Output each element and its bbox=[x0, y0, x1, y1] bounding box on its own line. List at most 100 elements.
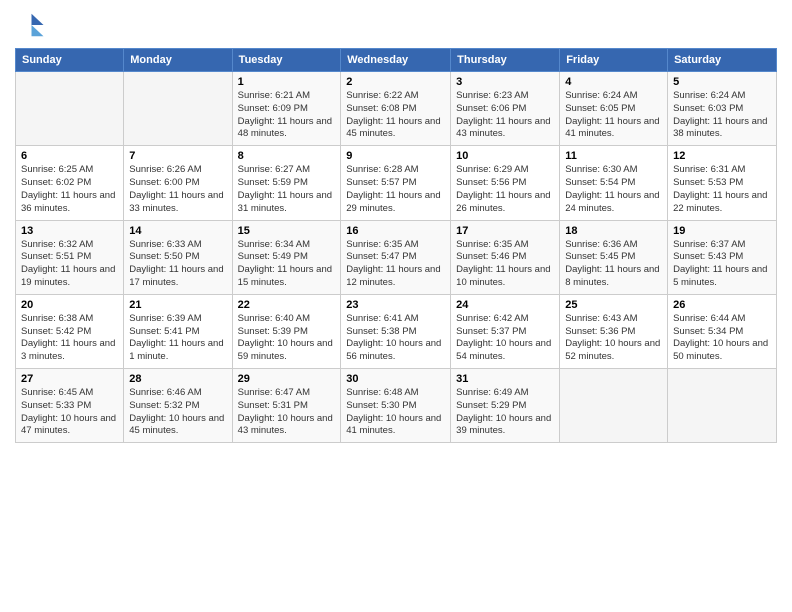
calendar-cell: 24 Sunrise: 6:42 AM Sunset: 5:37 PM Dayli… bbox=[451, 294, 560, 368]
day-info: Sunrise: 6:27 AM Sunset: 5:59 PM Dayligh… bbox=[238, 164, 336, 215]
day-info: Sunrise: 6:44 AM Sunset: 5:34 PM Dayligh… bbox=[673, 313, 771, 364]
calendar-cell: 10 Sunrise: 6:29 AM Sunset: 5:56 PM Dayli… bbox=[451, 146, 560, 220]
day-info: Sunrise: 6:45 AM Sunset: 5:33 PM Dayligh… bbox=[21, 387, 118, 438]
weekday-header-friday: Friday bbox=[560, 49, 668, 72]
calendar-cell: 16 Sunrise: 6:35 AM Sunset: 5:47 PM Dayli… bbox=[341, 220, 451, 294]
day-number: 9 bbox=[346, 150, 445, 162]
day-info: Sunrise: 6:43 AM Sunset: 5:36 PM Dayligh… bbox=[565, 313, 662, 364]
page: SundayMondayTuesdayWednesdayThursdayFrid… bbox=[0, 0, 792, 612]
calendar-cell bbox=[16, 72, 124, 146]
day-info: Sunrise: 6:39 AM Sunset: 5:41 PM Dayligh… bbox=[129, 313, 226, 364]
calendar-cell: 23 Sunrise: 6:41 AM Sunset: 5:38 PM Dayli… bbox=[341, 294, 451, 368]
day-number: 24 bbox=[456, 299, 554, 311]
calendar-cell: 5 Sunrise: 6:24 AM Sunset: 6:03 PM Daylig… bbox=[668, 72, 777, 146]
day-info: Sunrise: 6:36 AM Sunset: 5:45 PM Dayligh… bbox=[565, 239, 662, 290]
day-info: Sunrise: 6:29 AM Sunset: 5:56 PM Dayligh… bbox=[456, 164, 554, 215]
day-number: 23 bbox=[346, 299, 445, 311]
day-number: 2 bbox=[346, 76, 445, 88]
calendar-cell: 6 Sunrise: 6:25 AM Sunset: 6:02 PM Daylig… bbox=[16, 146, 124, 220]
calendar-cell: 31 Sunrise: 6:49 AM Sunset: 5:29 PM Dayli… bbox=[451, 369, 560, 443]
day-number: 3 bbox=[456, 76, 554, 88]
calendar-cell: 17 Sunrise: 6:35 AM Sunset: 5:46 PM Dayli… bbox=[451, 220, 560, 294]
calendar-cell bbox=[560, 369, 668, 443]
weekday-header-monday: Monday bbox=[124, 49, 232, 72]
day-number: 22 bbox=[238, 299, 336, 311]
day-number: 10 bbox=[456, 150, 554, 162]
day-info: Sunrise: 6:40 AM Sunset: 5:39 PM Dayligh… bbox=[238, 313, 336, 364]
day-info: Sunrise: 6:25 AM Sunset: 6:02 PM Dayligh… bbox=[21, 164, 118, 215]
day-info: Sunrise: 6:35 AM Sunset: 5:46 PM Dayligh… bbox=[456, 239, 554, 290]
day-number: 29 bbox=[238, 373, 336, 385]
day-number: 7 bbox=[129, 150, 226, 162]
calendar-cell: 8Sunrise: 6:27 AM Sunset: 5:59 PM Daylig… bbox=[232, 146, 341, 220]
calendar-cell: 9 Sunrise: 6:28 AM Sunset: 5:57 PM Daylig… bbox=[341, 146, 451, 220]
day-number: 12 bbox=[673, 150, 771, 162]
weekday-header-wednesday: Wednesday bbox=[341, 49, 451, 72]
day-number: 21 bbox=[129, 299, 226, 311]
day-info: Sunrise: 6:35 AM Sunset: 5:47 PM Dayligh… bbox=[346, 239, 445, 290]
weekday-header-sunday: Sunday bbox=[16, 49, 124, 72]
calendar-cell: 27Sunrise: 6:45 AM Sunset: 5:33 PM Dayli… bbox=[16, 369, 124, 443]
day-info: Sunrise: 6:21 AM Sunset: 6:09 PM Dayligh… bbox=[238, 90, 336, 141]
calendar-cell: 29 Sunrise: 6:47 AM Sunset: 5:31 PM Dayli… bbox=[232, 369, 341, 443]
calendar-cell: 18 Sunrise: 6:36 AM Sunset: 5:45 PM Dayli… bbox=[560, 220, 668, 294]
calendar-cell: 14Sunrise: 6:33 AM Sunset: 5:50 PM Dayli… bbox=[124, 220, 232, 294]
calendar-cell: 11 Sunrise: 6:30 AM Sunset: 5:54 PM Dayli… bbox=[560, 146, 668, 220]
calendar-cell: 13Sunrise: 6:32 AM Sunset: 5:51 PM Dayli… bbox=[16, 220, 124, 294]
calendar-cell: 21 Sunrise: 6:39 AM Sunset: 5:41 PM Dayli… bbox=[124, 294, 232, 368]
day-info: Sunrise: 6:31 AM Sunset: 5:53 PM Dayligh… bbox=[673, 164, 771, 215]
calendar-cell: 30 Sunrise: 6:48 AM Sunset: 5:30 PM Dayli… bbox=[341, 369, 451, 443]
calendar-cell: 15 Sunrise: 6:34 AM Sunset: 5:49 PM Dayli… bbox=[232, 220, 341, 294]
day-number: 6 bbox=[21, 150, 118, 162]
day-info: Sunrise: 6:37 AM Sunset: 5:43 PM Dayligh… bbox=[673, 239, 771, 290]
day-number: 14 bbox=[129, 225, 226, 237]
day-number: 19 bbox=[673, 225, 771, 237]
day-number: 18 bbox=[565, 225, 662, 237]
logo-icon bbox=[15, 10, 45, 40]
calendar-cell: 12 Sunrise: 6:31 AM Sunset: 5:53 PM Dayli… bbox=[668, 146, 777, 220]
day-number: 26 bbox=[673, 299, 771, 311]
day-info: Sunrise: 6:22 AM Sunset: 6:08 PM Dayligh… bbox=[346, 90, 445, 141]
day-number: 15 bbox=[238, 225, 336, 237]
calendar-cell: 4Sunrise: 6:24 AM Sunset: 6:05 PM Daylig… bbox=[560, 72, 668, 146]
calendar-cell: 25 Sunrise: 6:43 AM Sunset: 5:36 PM Dayli… bbox=[560, 294, 668, 368]
calendar: SundayMondayTuesdayWednesdayThursdayFrid… bbox=[15, 48, 777, 443]
day-info: Sunrise: 6:48 AM Sunset: 5:30 PM Dayligh… bbox=[346, 387, 445, 438]
day-info: Sunrise: 6:30 AM Sunset: 5:54 PM Dayligh… bbox=[565, 164, 662, 215]
header bbox=[15, 10, 777, 40]
day-number: 30 bbox=[346, 373, 445, 385]
day-info: Sunrise: 6:23 AM Sunset: 6:06 PM Dayligh… bbox=[456, 90, 554, 141]
calendar-cell: 26 Sunrise: 6:44 AM Sunset: 5:34 PM Dayli… bbox=[668, 294, 777, 368]
day-info: Sunrise: 6:24 AM Sunset: 6:03 PM Dayligh… bbox=[673, 90, 771, 141]
day-info: Sunrise: 6:49 AM Sunset: 5:29 PM Dayligh… bbox=[456, 387, 554, 438]
day-info: Sunrise: 6:42 AM Sunset: 5:37 PM Dayligh… bbox=[456, 313, 554, 364]
calendar-cell: 19 Sunrise: 6:37 AM Sunset: 5:43 PM Dayli… bbox=[668, 220, 777, 294]
day-number: 25 bbox=[565, 299, 662, 311]
day-number: 11 bbox=[565, 150, 662, 162]
calendar-cell: 7 Sunrise: 6:26 AM Sunset: 6:00 PM Daylig… bbox=[124, 146, 232, 220]
day-info: Sunrise: 6:47 AM Sunset: 5:31 PM Dayligh… bbox=[238, 387, 336, 438]
day-info: Sunrise: 6:26 AM Sunset: 6:00 PM Dayligh… bbox=[129, 164, 226, 215]
day-info: Sunrise: 6:24 AM Sunset: 6:05 PM Dayligh… bbox=[565, 90, 662, 141]
weekday-header-tuesday: Tuesday bbox=[232, 49, 341, 72]
calendar-cell bbox=[124, 72, 232, 146]
weekday-header-saturday: Saturday bbox=[668, 49, 777, 72]
calendar-cell: 20Sunrise: 6:38 AM Sunset: 5:42 PM Dayli… bbox=[16, 294, 124, 368]
calendar-cell: 3 Sunrise: 6:23 AM Sunset: 6:06 PM Daylig… bbox=[451, 72, 560, 146]
day-number: 17 bbox=[456, 225, 554, 237]
day-number: 20 bbox=[21, 299, 118, 311]
day-number: 1 bbox=[238, 76, 336, 88]
day-number: 28 bbox=[129, 373, 226, 385]
day-number: 31 bbox=[456, 373, 554, 385]
calendar-cell: 2 Sunrise: 6:22 AM Sunset: 6:08 PM Daylig… bbox=[341, 72, 451, 146]
day-number: 16 bbox=[346, 225, 445, 237]
day-info: Sunrise: 6:34 AM Sunset: 5:49 PM Dayligh… bbox=[238, 239, 336, 290]
day-info: Sunrise: 6:32 AM Sunset: 5:51 PM Dayligh… bbox=[21, 239, 118, 290]
day-info: Sunrise: 6:46 AM Sunset: 5:32 PM Dayligh… bbox=[129, 387, 226, 438]
logo bbox=[15, 10, 49, 40]
day-info: Sunrise: 6:41 AM Sunset: 5:38 PM Dayligh… bbox=[346, 313, 445, 364]
calendar-cell: 28 Sunrise: 6:46 AM Sunset: 5:32 PM Dayli… bbox=[124, 369, 232, 443]
calendar-cell: 22 Sunrise: 6:40 AM Sunset: 5:39 PM Dayli… bbox=[232, 294, 341, 368]
day-number: 5 bbox=[673, 76, 771, 88]
day-info: Sunrise: 6:28 AM Sunset: 5:57 PM Dayligh… bbox=[346, 164, 445, 215]
